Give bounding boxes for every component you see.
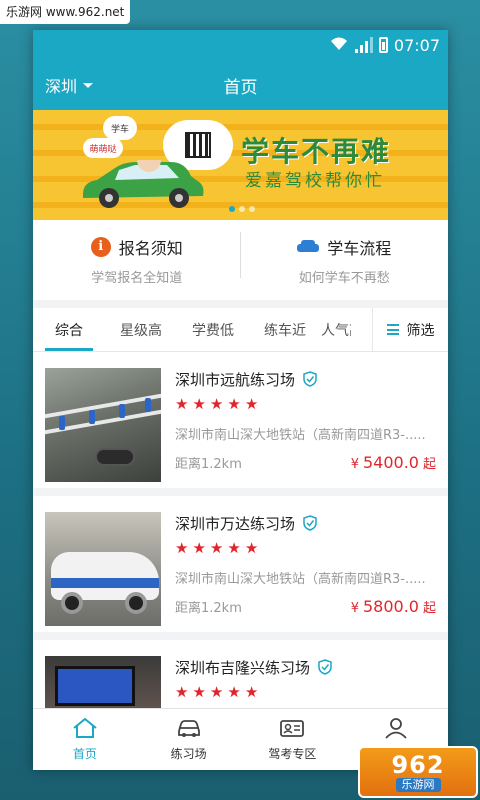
tab-fee[interactable]: 学费低 xyxy=(177,308,249,351)
list-item[interactable]: 深圳市远航练习场 ★ ★ ★ ★ ★ 深圳市南山深大地铁站（高新南四道R3-..... … xyxy=(33,352,448,488)
tab-practice-field[interactable]: 练习场 xyxy=(137,709,241,770)
school-name: 深圳市远航练习场 xyxy=(175,370,296,389)
banner-slogan: 学车不再难 xyxy=(241,135,392,168)
star-icon: ★ xyxy=(227,395,241,413)
price-currency: ¥ xyxy=(350,457,359,472)
school-price: ¥ 5800.0 起 xyxy=(351,597,436,616)
price-suffix: 起 xyxy=(422,457,436,472)
tab-distance[interactable]: 练车近 xyxy=(249,308,321,351)
battery-icon xyxy=(378,37,388,53)
user-icon xyxy=(385,718,407,739)
sort-tabs: 综合 星级高 学费低 练车近 人气高 筛选 xyxy=(33,308,448,352)
home-icon xyxy=(73,717,97,738)
price-value: 5400.0 xyxy=(363,453,419,472)
star-icon: ★ xyxy=(209,395,224,413)
page-title: 首页 xyxy=(223,77,258,98)
tab-home[interactable]: 首页 xyxy=(33,709,137,770)
star-icon: ★ xyxy=(209,683,224,701)
filter-button[interactable]: 筛选 xyxy=(372,308,448,351)
quick-title: 报名须知 xyxy=(118,238,183,258)
site-watermark: 乐游网 www.962.net xyxy=(0,0,131,24)
filter-label: 筛选 xyxy=(406,322,435,339)
id-card-icon xyxy=(280,720,305,737)
star-icon: ★ xyxy=(227,539,241,557)
logo-number: 962 xyxy=(391,751,445,779)
list-item[interactable]: 深圳市万达练习场 ★ ★ ★ ★ ★ 深圳市南山深大地铁站（高新南四道R3-..... … xyxy=(33,496,448,632)
logo-text: 乐游网 xyxy=(395,778,441,792)
star-rating: ★ ★ ★ ★ ★ xyxy=(175,684,436,700)
price-value: 5800.0 xyxy=(363,597,419,616)
school-distance: 距离1.2km xyxy=(175,457,242,472)
school-distance: 距离1.2km xyxy=(175,601,242,616)
verified-shield-icon xyxy=(303,515,317,531)
tab-popularity-label: 人气高 xyxy=(321,322,351,339)
school-photo xyxy=(45,368,161,482)
school-name: 深圳市万达练习场 xyxy=(175,514,296,533)
price-suffix: 起 xyxy=(422,601,436,616)
tab-home-label: 首页 xyxy=(72,747,97,761)
car-illustration xyxy=(83,160,204,208)
chevron-down-icon xyxy=(83,82,94,88)
quick-desc: 如何学车不再愁 xyxy=(298,270,390,286)
site-logo-badge: 962 乐游网 xyxy=(358,746,478,798)
price-currency: ¥ xyxy=(350,601,359,616)
signal-icon xyxy=(354,37,373,53)
learning-process-link[interactable]: 学车流程 如何学车不再愁 xyxy=(241,220,449,300)
star-rating: ★ ★ ★ ★ ★ xyxy=(175,396,436,412)
star-rating: ★ ★ ★ ★ ★ xyxy=(175,540,436,556)
divider xyxy=(240,232,241,278)
school-price: ¥ 5400.0 起 xyxy=(351,453,436,472)
tab-exam-label: 驾考专区 xyxy=(268,747,317,761)
info-icon: i xyxy=(90,236,111,257)
star-icon: ★ xyxy=(244,395,259,413)
star-icon: ★ xyxy=(192,395,206,413)
school-name: 深圳布吉隆兴练习场 xyxy=(175,658,311,677)
star-icon: ★ xyxy=(227,683,241,701)
star-icon: ★ xyxy=(244,683,259,701)
car-icon xyxy=(297,239,320,254)
star-icon: ★ xyxy=(175,539,189,557)
carousel-dots xyxy=(229,206,255,212)
qr-code-icon xyxy=(185,132,211,158)
wifi-icon xyxy=(329,35,349,55)
quick-links: i 报名须知 学驾报名全知道 学车流程 如何学车不再愁 xyxy=(33,220,448,300)
verified-shield-icon xyxy=(318,659,332,675)
promo-banner[interactable]: 学车 萌萌哒 学车不再难 爱嘉驾校帮你忙 xyxy=(33,110,448,220)
school-address: 深圳市南山深大地铁站（高新南四道R3-..... xyxy=(175,572,426,587)
clock: 07:07 xyxy=(393,35,440,55)
filter-icon xyxy=(386,324,399,335)
top-bar: 深圳 首页 xyxy=(33,60,448,110)
star-icon: ★ xyxy=(192,683,206,701)
tab-rating[interactable]: 星级高 xyxy=(105,308,177,351)
car-icon xyxy=(177,720,200,737)
school-photo xyxy=(45,512,161,626)
tab-practice-label: 练习场 xyxy=(170,747,207,761)
star-icon: ★ xyxy=(244,539,259,557)
star-icon: ★ xyxy=(192,539,206,557)
tab-overall[interactable]: 综合 xyxy=(33,308,105,351)
tab-exam[interactable]: 驾考专区 xyxy=(241,709,345,770)
enroll-notice-link[interactable]: i 报名须知 学驾报名全知道 xyxy=(33,220,241,300)
verified-shield-icon xyxy=(303,371,317,387)
star-icon: ★ xyxy=(209,539,224,557)
school-address: 深圳市南山深大地铁站（高新南四道R3-..... xyxy=(175,428,426,443)
tab-popularity[interactable]: 人气高 xyxy=(321,308,351,351)
quick-title: 学车流程 xyxy=(327,238,392,258)
speech-bubble: 学车 xyxy=(103,116,137,140)
city-selector[interactable]: 深圳 xyxy=(45,60,94,110)
status-bar: 07:07 xyxy=(33,30,448,60)
star-icon: ★ xyxy=(175,683,189,701)
city-label: 深圳 xyxy=(45,77,78,96)
star-icon: ★ xyxy=(175,395,189,413)
phone-screen: 07:07 深圳 首页 学车 萌萌哒 学车不再难 爱嘉驾校帮你忙 i 报名须知 … xyxy=(33,30,448,770)
quick-desc: 学驾报名全知道 xyxy=(91,270,183,286)
speech-bubble-small: 萌萌哒 xyxy=(83,138,123,158)
banner-subtitle: 爱嘉驾校帮你忙 xyxy=(245,171,385,191)
